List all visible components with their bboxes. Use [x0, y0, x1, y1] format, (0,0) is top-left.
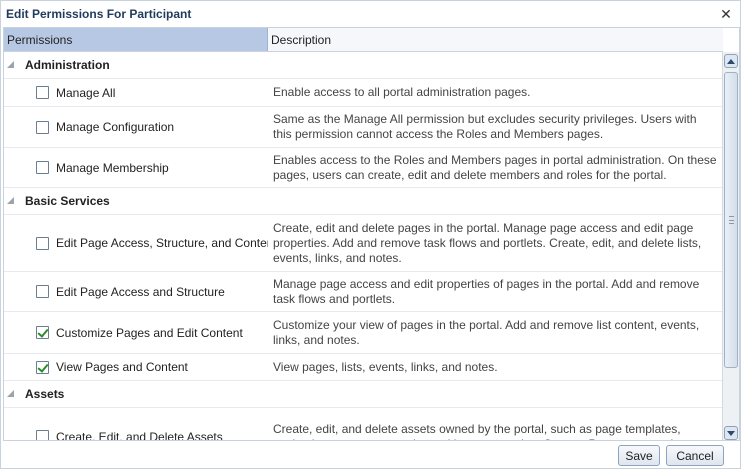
permission-checkbox[interactable]: [36, 120, 49, 134]
permissions-table: Permissions Description Administration M…: [3, 27, 740, 441]
scrollbar-thumb[interactable]: [724, 72, 738, 368]
grip-icon: [729, 216, 734, 224]
scroll-down-button[interactable]: [724, 426, 738, 440]
permission-label: View Pages and Content: [56, 360, 188, 374]
vertical-scrollbar[interactable]: [722, 52, 739, 440]
table-row: Edit Page Access and Structure Manage pa…: [4, 272, 723, 312]
column-header-permissions[interactable]: Permissions: [4, 28, 268, 51]
permission-checkbox[interactable]: [36, 430, 49, 440]
scroll-up-button[interactable]: [724, 54, 738, 68]
group-label: Assets: [25, 387, 65, 401]
collapse-triangle-icon[interactable]: [7, 197, 15, 205]
table-row: View Pages and Content View pages, lists…: [4, 354, 723, 381]
permission-checkbox[interactable]: [36, 161, 49, 174]
save-button[interactable]: Save: [618, 445, 660, 466]
table-row: Edit Page Access, Structure, and Content…: [4, 215, 723, 272]
permission-label: Manage Membership: [56, 160, 169, 175]
group-header-basic-services[interactable]: Basic Services: [4, 188, 723, 215]
permission-checkbox[interactable]: [36, 326, 49, 339]
description-cell: View pages, lists, events, links, and no…: [273, 359, 498, 374]
table-row: Customize Pages and Edit Content Customi…: [4, 312, 723, 354]
permission-label: Edit Page Access, Structure, and Content: [56, 236, 268, 250]
group-header-assets[interactable]: Assets: [4, 381, 723, 408]
table-row: Manage All Enable access to all portal a…: [4, 79, 723, 107]
description-cell: Customize your view of pages in the port…: [273, 317, 700, 347]
description-cell: Enables access to the Roles and Members …: [273, 152, 717, 182]
permission-label: Create, Edit, and Delete Assets: [56, 429, 223, 441]
group-header-administration[interactable]: Administration: [4, 52, 723, 79]
permission-cell: Manage Membership: [4, 148, 268, 187]
permission-checkbox[interactable]: [36, 285, 49, 298]
group-label: Basic Services: [25, 194, 110, 208]
cancel-button[interactable]: Cancel: [666, 445, 724, 466]
collapse-triangle-icon[interactable]: [7, 390, 15, 398]
arrow-up-icon: [727, 58, 735, 64]
permission-checkbox[interactable]: [36, 86, 49, 99]
table-row: Manage Membership Enables access to the …: [4, 148, 723, 188]
dialog-title: Edit Permissions For Participant: [6, 7, 192, 21]
permission-cell: Edit Page Access, Structure, and Content: [4, 215, 268, 271]
table-body: Administration Manage All Enable access …: [4, 52, 723, 441]
group-label: Administration: [25, 58, 110, 72]
table-header: Permissions Description: [4, 28, 723, 52]
description-cell: Same as the Manage All permission but ex…: [273, 112, 697, 141]
permission-cell: Manage Configuration: [4, 107, 268, 147]
permission-cell: Manage All: [4, 79, 268, 106]
permission-label: Customize Pages and Edit Content: [56, 325, 243, 340]
arrow-down-icon: [727, 430, 735, 436]
table-row: Manage Configuration Same as the Manage …: [4, 107, 723, 148]
dialog-footer: Save Cancel: [1, 442, 740, 469]
edit-permissions-dialog: Edit Permissions For Participant ✕ Permi…: [0, 0, 741, 469]
permission-cell: Create, Edit, and Delete Assets: [4, 408, 268, 441]
description-cell: Enable access to all portal administrati…: [273, 85, 531, 99]
permission-label: Edit Page Access and Structure: [56, 284, 225, 299]
permission-checkbox[interactable]: [36, 360, 49, 374]
description-cell: Manage page access and edit properties o…: [273, 276, 700, 306]
close-icon[interactable]: ✕: [718, 6, 734, 22]
permission-label: Manage Configuration: [56, 120, 175, 134]
permission-checkbox[interactable]: [36, 236, 49, 250]
permission-cell: Customize Pages and Edit Content: [4, 312, 268, 353]
table-row: Create, Edit, and Delete Assets Create, …: [4, 408, 723, 441]
permission-cell: View Pages and Content: [4, 354, 268, 380]
collapse-triangle-icon[interactable]: [7, 61, 15, 69]
description-cell: Create, edit, and delete assets owned by…: [273, 421, 699, 441]
permission-label: Manage All: [56, 85, 116, 100]
description-cell: Create, edit and delete pages in the por…: [273, 220, 702, 265]
permission-cell: Edit Page Access and Structure: [4, 272, 268, 311]
dialog-titlebar: Edit Permissions For Participant ✕: [1, 1, 740, 27]
column-header-description[interactable]: Description: [268, 28, 723, 51]
